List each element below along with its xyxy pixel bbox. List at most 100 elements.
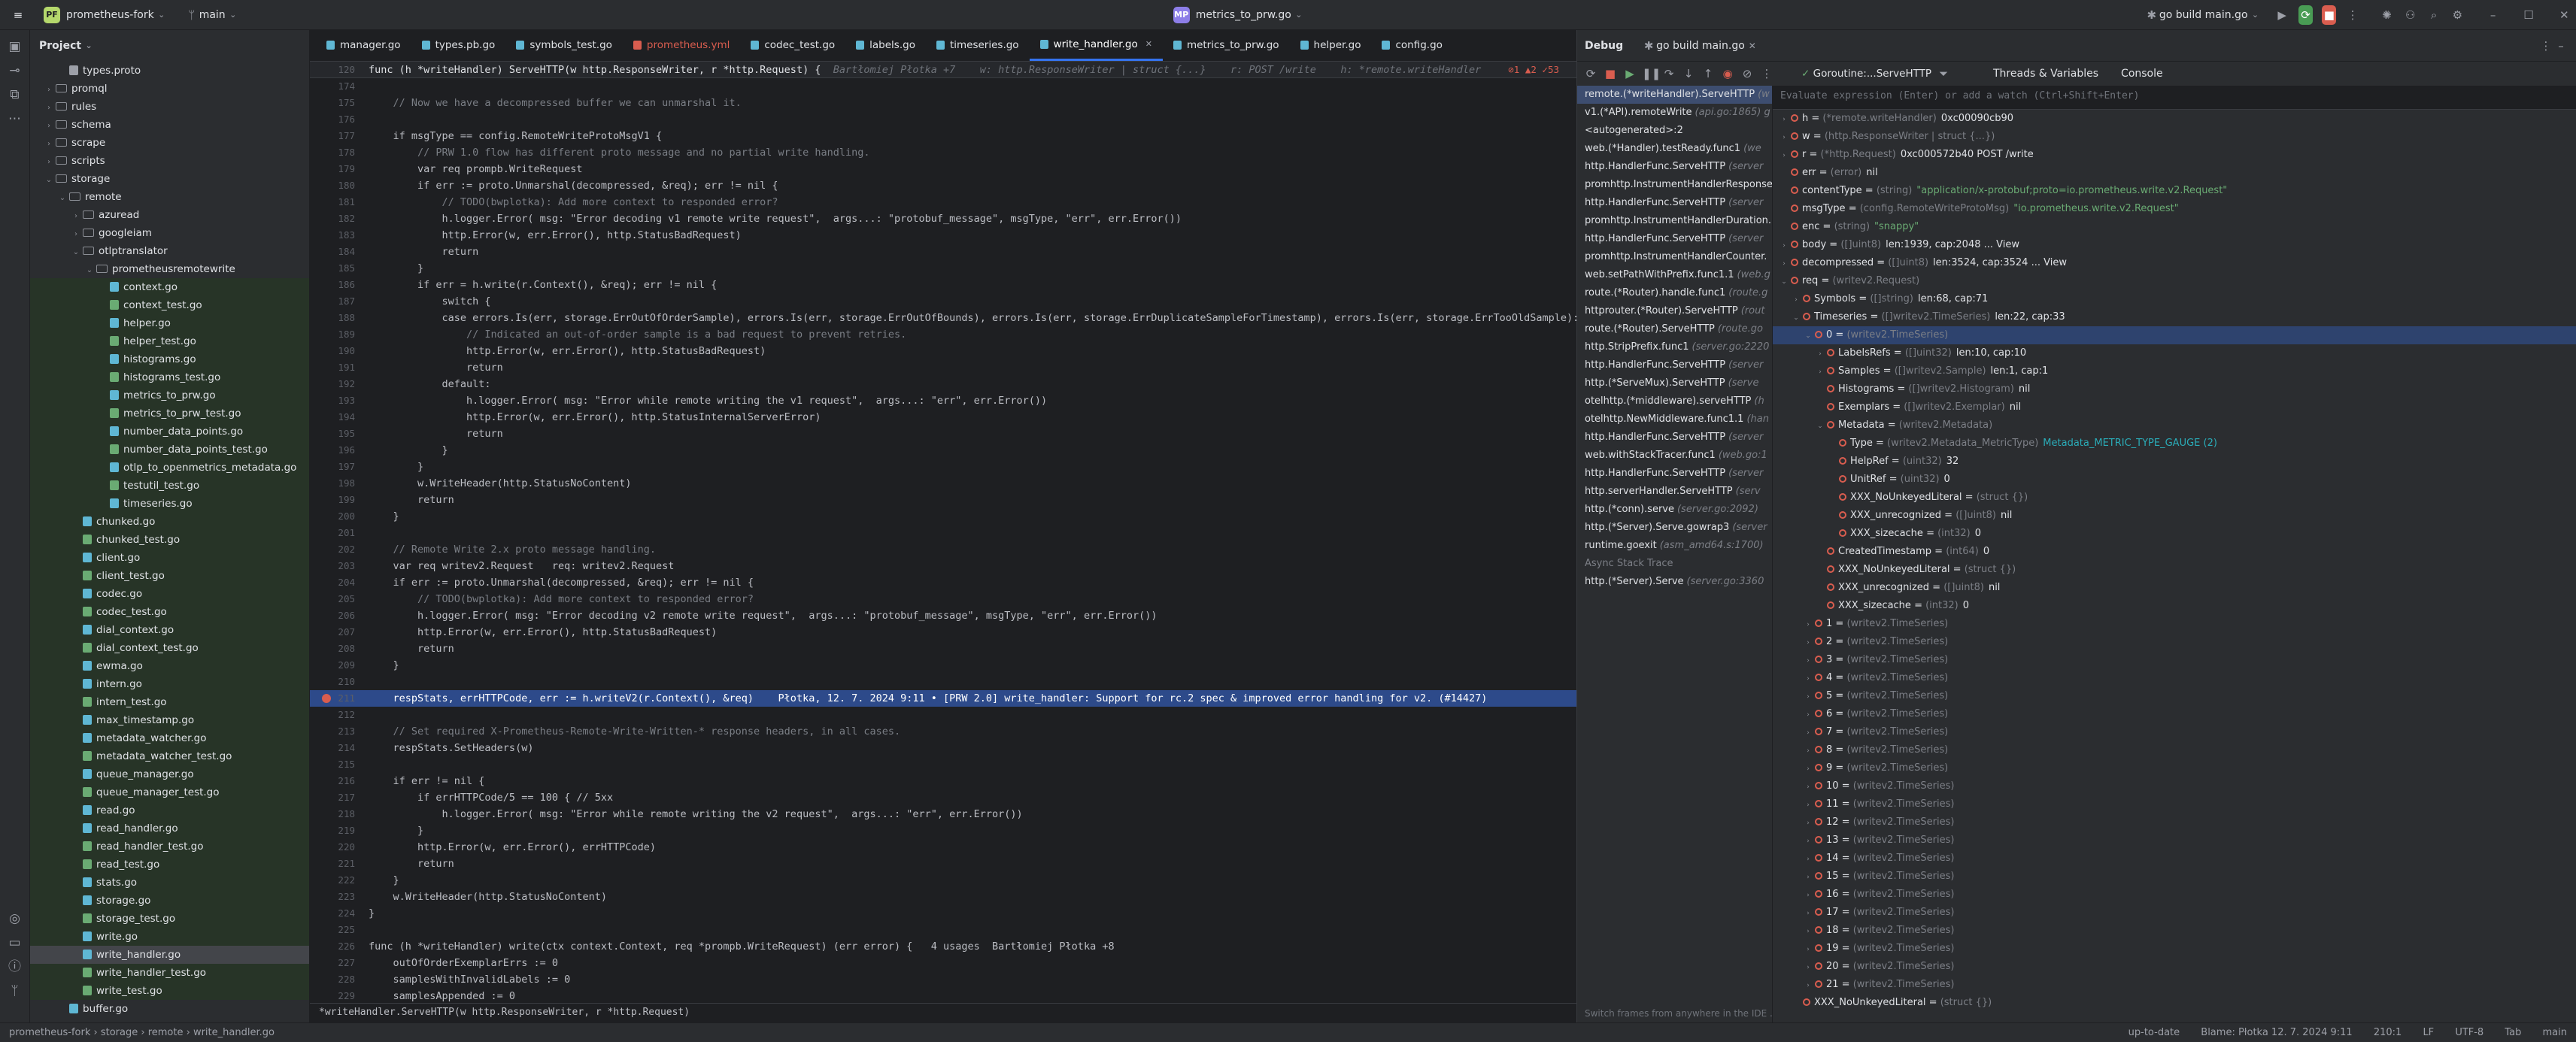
tree-file[interactable]: stats.go xyxy=(30,874,309,892)
git-tool-icon[interactable]: ᛘ xyxy=(8,983,23,998)
tree-file[interactable]: read_test.go xyxy=(30,856,309,874)
code-line[interactable]: 224} xyxy=(310,905,1576,922)
variable-row[interactable]: XXX_sizecache = (int32) 0 xyxy=(1773,597,2576,615)
line-number[interactable]: 199 xyxy=(310,492,369,508)
structure-tool-icon[interactable]: ⧉ xyxy=(8,87,23,102)
pause-icon[interactable]: ❚❚ xyxy=(1642,66,1661,81)
stack-frame[interactable]: v1.(*API).remoteWrite (api.go:1865) g xyxy=(1577,104,1772,122)
project-tool-icon[interactable]: ▣ xyxy=(8,39,23,54)
services-tool-icon[interactable]: ◎ xyxy=(8,911,23,926)
code-line[interactable]: 201 xyxy=(310,525,1576,541)
code-line[interactable]: 220 http.Error(w, err.Error(), errHTTPCo… xyxy=(310,839,1576,856)
tree-file[interactable]: metrics_to_prw_test.go xyxy=(30,404,309,423)
variable-row[interactable]: XXX_unrecognized = ([]uint8) nil xyxy=(1773,507,2576,525)
variable-row[interactable]: XXX_sizecache = (int32) 0 xyxy=(1773,525,2576,543)
variable-row[interactable]: HelpRef = (uint32) 32 xyxy=(1773,453,2576,471)
debug-session-tab[interactable]: go build main.go xyxy=(1656,40,1745,52)
chevron-right-icon[interactable]: › xyxy=(1779,255,1789,273)
tree-folder[interactable]: › rules xyxy=(30,98,309,116)
line-number[interactable]: 210 xyxy=(310,674,369,690)
editor-tab[interactable]: metrics_to_prw.go xyxy=(1163,30,1290,61)
code-line[interactable]: 203 var req writev2.Request req: writev2… xyxy=(310,558,1576,574)
line-number[interactable]: 216 xyxy=(310,773,369,789)
chevron-right-icon[interactable]: › xyxy=(1803,850,1813,868)
chevron-right-icon[interactable]: › xyxy=(1803,922,1813,941)
stack-frame[interactable]: otelhttp.NewMiddleware.func1.1 (han xyxy=(1577,410,1772,429)
chevron-down-icon[interactable]: ⌄ xyxy=(1791,309,1801,327)
line-number[interactable]: 218 xyxy=(310,806,369,822)
stack-frame[interactable]: <autogenerated>:2 xyxy=(1577,122,1772,140)
chevron-right-icon[interactable]: › xyxy=(1803,778,1813,796)
code-line[interactable]: 175 // Now we have a decompressed buffer… xyxy=(310,95,1576,111)
chevron-right-icon[interactable]: › xyxy=(1815,363,1825,381)
line-number[interactable]: 196 xyxy=(310,442,369,459)
tree-file[interactable]: dial_context.go xyxy=(30,621,309,639)
vcs-status[interactable]: up-to-date xyxy=(2128,1027,2180,1038)
chevron-down-icon[interactable]: ⌄ xyxy=(1803,327,1813,345)
code-line[interactable]: 198 w.WriteHeader(http.StatusNoContent) xyxy=(310,475,1576,492)
code-line[interactable]: 219 } xyxy=(310,822,1576,839)
code-line[interactable]: 179 var req prompb.WriteRequest xyxy=(310,161,1576,177)
tree-folder[interactable]: › scrape xyxy=(30,134,309,152)
stack-frame[interactable]: web.setPathWithPrefix.func1.1 (web.g xyxy=(1577,266,1772,284)
goroutine-selector[interactable]: ✓ Goroutine:...ServeHTTP xyxy=(1801,68,1931,80)
variable-row[interactable]: › 15 = (writev2.TimeSeries) xyxy=(1773,868,2576,886)
line-number[interactable]: 184 xyxy=(310,244,369,260)
line-number[interactable]: 186 xyxy=(310,277,369,293)
tree-file[interactable]: testutil_test.go xyxy=(30,477,309,495)
close-tab-icon[interactable]: ✕ xyxy=(1145,39,1152,49)
line-number[interactable]: 203 xyxy=(310,558,369,574)
breakpoint-icon[interactable] xyxy=(322,694,331,703)
editor-tab[interactable]: types.pb.go xyxy=(411,30,506,61)
stack-frame[interactable]: http.HandlerFunc.ServeHTTP (server xyxy=(1577,194,1772,212)
ai-assistant-icon[interactable]: ✺ xyxy=(2380,5,2394,25)
chevron-right-icon[interactable]: › xyxy=(1803,724,1813,742)
line-endings[interactable]: LF xyxy=(2423,1027,2434,1038)
chevron-right-icon[interactable]: › xyxy=(1803,814,1813,832)
variable-row[interactable]: › 17 = (writev2.TimeSeries) xyxy=(1773,904,2576,922)
chevron-down-icon[interactable]: ⌄ xyxy=(57,189,68,207)
line-number[interactable]: 201 xyxy=(310,525,369,541)
code-line[interactable]: 229 samplesAppended := 0 xyxy=(310,988,1576,1003)
stack-frame[interactable]: http.(*Server).Serve.gowrap3 (server xyxy=(1577,519,1772,537)
more-tools-icon[interactable]: ⋯ xyxy=(8,111,23,126)
variable-row[interactable]: › h = (*remote.writeHandler) 0xc00090cb90 xyxy=(1773,110,2576,128)
chevron-right-icon[interactable]: › xyxy=(1779,147,1789,165)
chevron-right-icon[interactable]: › xyxy=(44,117,54,135)
code-line[interactable]: 213 // Set required X-Prometheus-Remote-… xyxy=(310,723,1576,740)
variable-row[interactable]: › 13 = (writev2.TimeSeries) xyxy=(1773,831,2576,850)
tree-folder[interactable]: › googleiam xyxy=(30,224,309,242)
tree-file[interactable]: read_handler_test.go xyxy=(30,838,309,856)
chevron-right-icon[interactable]: › xyxy=(1791,291,1801,309)
line-number[interactable]: 224 xyxy=(310,905,369,922)
tree-file[interactable]: otlp_to_openmetrics_metadata.go xyxy=(30,459,309,477)
tree-folder[interactable]: › scripts xyxy=(30,152,309,170)
variable-row[interactable]: enc = (string) "snappy" xyxy=(1773,218,2576,236)
hide-panel-icon[interactable]: – xyxy=(2553,38,2568,53)
chevron-right-icon[interactable]: › xyxy=(1803,742,1813,760)
tree-file[interactable]: helper_test.go xyxy=(30,332,309,350)
chevron-right-icon[interactable]: › xyxy=(1803,706,1813,724)
variable-row[interactable]: › r = (*http.Request) 0xc000572b40 POST /w… xyxy=(1773,146,2576,164)
code-line[interactable]: 208 return xyxy=(310,641,1576,657)
tree-file[interactable]: metrics_to_prw.go xyxy=(30,386,309,404)
tree-file[interactable]: intern_test.go xyxy=(30,693,309,711)
chevron-down-icon[interactable]: ⌄ xyxy=(81,38,96,53)
line-number[interactable]: 204 xyxy=(310,574,369,591)
code-line[interactable]: 227 outOfOrderExemplarErrs := 0 xyxy=(310,955,1576,971)
variable-row[interactable]: › 8 = (writev2.TimeSeries) xyxy=(1773,741,2576,759)
tree-file[interactable]: read_handler.go xyxy=(30,819,309,838)
chevron-right-icon[interactable]: › xyxy=(1779,129,1789,147)
line-number[interactable]: 211 xyxy=(310,690,369,707)
code-line[interactable]: 192 default: xyxy=(310,376,1576,392)
problems-indicator[interactable]: ⊘1 ▲2 ✓53 xyxy=(1508,62,1559,78)
variable-row[interactable]: › 14 = (writev2.TimeSeries) xyxy=(1773,850,2576,868)
tree-file[interactable]: metadata_watcher.go xyxy=(30,729,309,747)
current-execution-line[interactable]: 211 respStats, errHTTPCode, err := h.wri… xyxy=(310,690,1576,707)
chevron-right-icon[interactable]: › xyxy=(1815,345,1825,363)
code-line[interactable]: 215 xyxy=(310,756,1576,773)
tree-file[interactable]: write.go xyxy=(30,928,309,946)
tree-file[interactable]: context.go xyxy=(30,278,309,296)
line-number[interactable]: 195 xyxy=(310,426,369,442)
close-icon[interactable]: ✕ xyxy=(1745,38,1760,53)
